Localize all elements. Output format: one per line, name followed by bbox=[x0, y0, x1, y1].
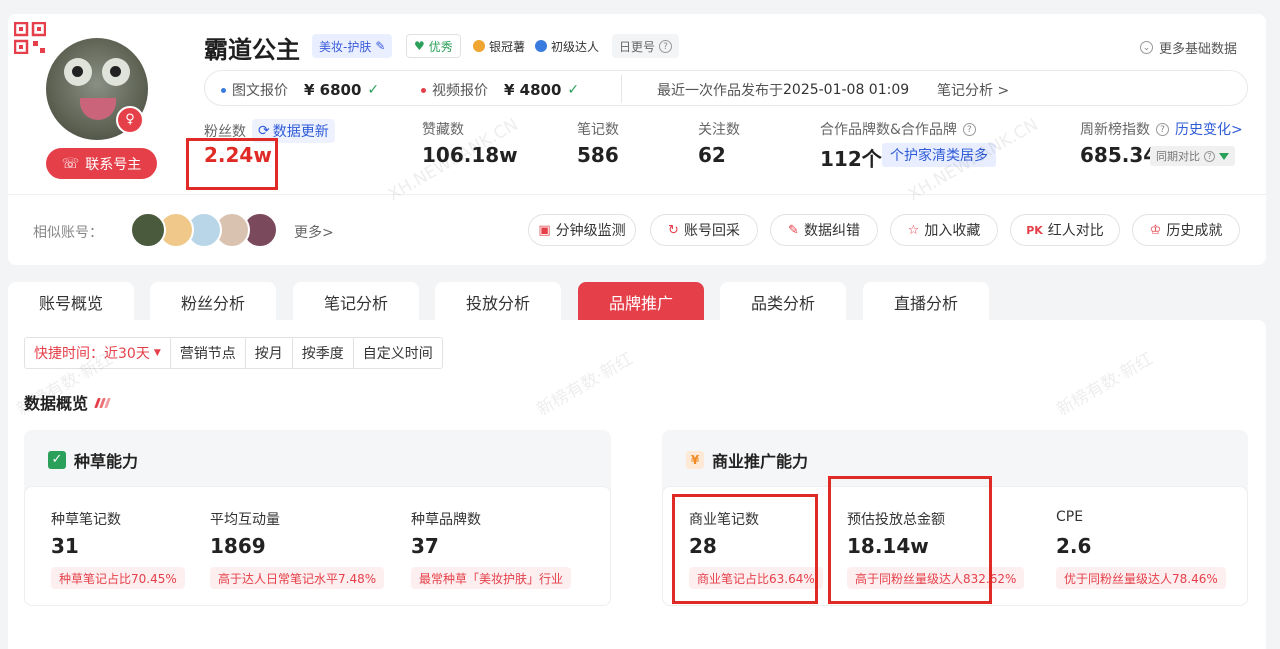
tab-live-analysis[interactable]: 直播分析 bbox=[863, 282, 989, 322]
metric-value: 31 bbox=[51, 534, 79, 558]
metric-label: 种草品牌数 bbox=[411, 512, 481, 528]
help-icon[interactable]: ? bbox=[659, 39, 673, 53]
seeding-metrics: 种草笔记数 31 种草笔记占比70.45% 平均互动量 1869 高于达人日常笔… bbox=[24, 486, 611, 606]
rank-label: 周新榜指数 ? 历史变化> bbox=[1080, 119, 1243, 139]
star-icon: ☆ bbox=[907, 222, 920, 238]
by-month-option[interactable]: 按月 bbox=[244, 338, 292, 368]
check-icon: ✓ bbox=[567, 82, 580, 98]
refresh-icon: ⟳ bbox=[258, 123, 270, 139]
trophy-icon: ♔ bbox=[1149, 222, 1162, 238]
custom-time-option[interactable]: 自定义时间 bbox=[352, 338, 442, 368]
brand-value: 112个 bbox=[820, 147, 882, 171]
metric-badge: 高于达人日常笔记水平7.48% bbox=[210, 567, 385, 589]
tab-brand-promotion[interactable]: 品牌推广 bbox=[578, 282, 704, 322]
gender-badge-icon: ♀ bbox=[116, 106, 144, 134]
qr-code-icon[interactable] bbox=[14, 22, 46, 54]
similar-more-link[interactable]: 更多> bbox=[294, 222, 334, 242]
minute-monitor-button[interactable]: ▣ 分钟级监测 bbox=[528, 214, 636, 246]
level-tag: 初级达人 bbox=[528, 34, 606, 58]
category-tag[interactable]: 美妆-护肤 ✎ bbox=[312, 34, 393, 58]
likes-label: 赞藏数 bbox=[422, 122, 464, 138]
seeding-title: ✓ 种草能力 bbox=[48, 448, 138, 472]
metric-value: 2.6 bbox=[1056, 534, 1092, 558]
check-box-icon: ✓ bbox=[48, 451, 66, 469]
seeding-panel: ✓ 种草能力 种草笔记数 31 种草笔记占比70.45% 平均互动量 1869 … bbox=[24, 430, 611, 606]
metric-value: 1869 bbox=[210, 534, 266, 558]
document-edit-icon: ✎ bbox=[788, 222, 799, 238]
help-icon[interactable]: ? bbox=[1156, 122, 1169, 136]
notes-value: 586 bbox=[577, 143, 619, 167]
video-price: 视频报价 ¥ 4800 ✓ bbox=[421, 80, 579, 100]
metric-badge: 优于同粉丝量级达人78.46% bbox=[1056, 567, 1226, 589]
note-analysis-link[interactable]: 笔记分析 > bbox=[937, 80, 1009, 100]
metric-label: 种草笔记数 bbox=[51, 512, 121, 528]
metric-badge: 种草笔记占比70.45% bbox=[51, 567, 185, 589]
check-icon: ✓ bbox=[367, 82, 380, 98]
tab-category-analysis[interactable]: 品类分析 bbox=[720, 282, 846, 322]
more-basic-data-link[interactable]: ⌄ 更多基础数据 bbox=[1140, 38, 1237, 57]
period-compare-chip[interactable]: 同期对比 ? bbox=[1150, 146, 1235, 166]
phone-icon: ☏ bbox=[61, 155, 80, 172]
heart-shield-icon: ♥ bbox=[414, 39, 425, 53]
highlight-box bbox=[672, 494, 818, 604]
data-correction-button[interactable]: ✎ 数据纠错 bbox=[770, 214, 878, 246]
metric-value: 37 bbox=[411, 534, 439, 558]
account-recollect-button[interactable]: ↻ 账号回采 bbox=[650, 214, 758, 246]
divider bbox=[8, 194, 1266, 195]
influencer-compare-button[interactable]: PK 红人对比 bbox=[1010, 214, 1120, 246]
account-name: 霸道公主 bbox=[204, 36, 300, 64]
tab-fans-analysis[interactable]: 粉丝分析 bbox=[150, 282, 276, 322]
edit-icon: ✎ bbox=[375, 39, 386, 53]
history-change-link[interactable]: 历史变化> bbox=[1175, 119, 1243, 139]
by-quarter-option[interactable]: 按季度 bbox=[291, 338, 353, 368]
follow-value: 62 bbox=[698, 143, 726, 167]
update-frequency-tag: 日更号 ? bbox=[612, 34, 680, 58]
help-icon[interactable]: ? bbox=[962, 122, 976, 136]
rank-value: 685.34 bbox=[1080, 143, 1158, 167]
caret-down-icon: ▼ bbox=[153, 348, 161, 358]
metric-label: CPE bbox=[1056, 509, 1084, 525]
down-arrow-icon bbox=[1219, 152, 1229, 160]
tab-placement-analysis[interactable]: 投放分析 bbox=[435, 282, 561, 322]
notes-label: 笔记数 bbox=[577, 122, 619, 138]
follow-label: 关注数 bbox=[698, 122, 740, 138]
history-achievement-button[interactable]: ♔ 历史成就 bbox=[1132, 214, 1240, 246]
tab-account-overview[interactable]: 账号概览 bbox=[8, 282, 134, 322]
highlight-box bbox=[186, 138, 278, 190]
brand-label: 合作品牌数&合作品牌 ? bbox=[820, 119, 976, 139]
quality-tag: ♥ 优秀 bbox=[406, 34, 461, 58]
slash-decoration-icon bbox=[94, 393, 111, 412]
medal-tag: 银冠薯 bbox=[466, 34, 532, 58]
medal-icon bbox=[473, 40, 485, 52]
recollect-icon: ↻ bbox=[668, 222, 679, 238]
monitor-icon: ▣ bbox=[538, 222, 551, 238]
pk-icon: PK bbox=[1026, 223, 1043, 237]
contact-owner-button[interactable]: ☏ 联系号主 bbox=[46, 148, 157, 179]
metric-badge: 最常种草「美妆护肤」行业 bbox=[411, 567, 572, 589]
level-icon bbox=[535, 40, 547, 52]
latest-publish: 最近一次作品发布于 2025-01-08 01:09 bbox=[657, 82, 910, 99]
similar-accounts-label: 相似账号： bbox=[33, 225, 103, 241]
tab-notes-analysis[interactable]: 笔记分析 bbox=[293, 282, 419, 322]
image-price: 图文报价 ¥ 6800 ✓ bbox=[221, 80, 379, 100]
highlight-box bbox=[828, 476, 992, 604]
marketing-node-option[interactable]: 营销节点 bbox=[169, 338, 245, 368]
commercial-title: ¥ 商业推广能力 bbox=[686, 448, 808, 472]
yen-icon: ¥ bbox=[686, 451, 704, 469]
chevron-circle-icon: ⌄ bbox=[1140, 41, 1153, 54]
help-icon: ? bbox=[1204, 150, 1215, 162]
similar-account-avatar[interactable] bbox=[130, 212, 166, 248]
add-favorite-button[interactable]: ☆ 加入收藏 bbox=[890, 214, 998, 246]
price-bar: 图文报价 ¥ 6800 ✓ 视频报价 ¥ 4800 ✓ 最近一次作品发布于 202… bbox=[204, 70, 1248, 106]
metric-label: 平均互动量 bbox=[210, 512, 280, 528]
